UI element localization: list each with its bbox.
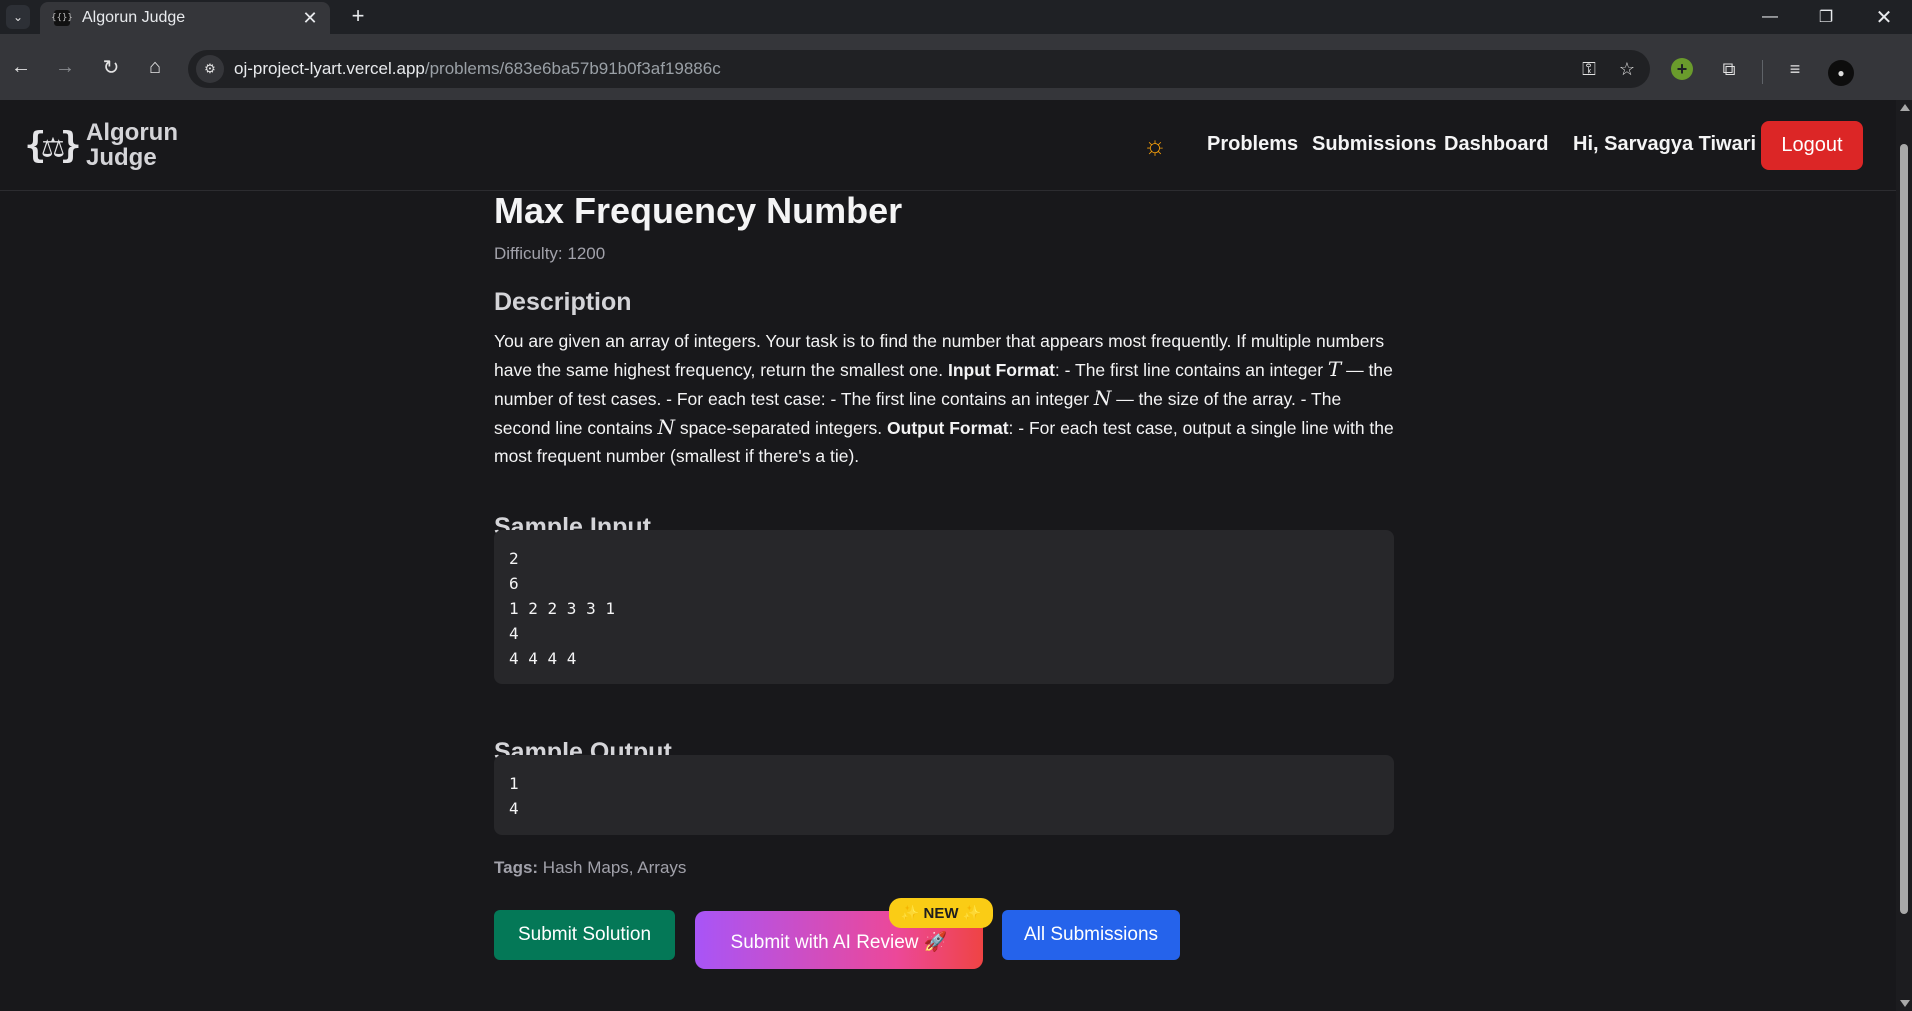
- bookmark-star-icon[interactable]: ☆: [1612, 54, 1642, 84]
- scroll-down-arrow-icon[interactable]: [1900, 1000, 1910, 1007]
- tags-value: Hash Maps, Arrays: [538, 858, 687, 877]
- home-icon[interactable]: ⌂: [140, 52, 170, 82]
- url-path: /problems/683e6ba57b91b0f3af19886c: [424, 59, 721, 78]
- new-tab-icon[interactable]: +: [346, 3, 370, 28]
- password-key-icon[interactable]: ⚿: [1574, 54, 1604, 84]
- problem-description: You are given an array of integers. Your…: [494, 327, 1394, 470]
- favicon-icon: {{}}: [51, 10, 73, 26]
- forward-icon[interactable]: →: [50, 52, 80, 82]
- site-info-icon[interactable]: ⚙: [196, 55, 224, 83]
- user-greeting: Hi, Sarvagya Tiwari: [1573, 133, 1757, 155]
- new-badge: ✨ NEW ✨: [889, 898, 993, 928]
- site-logo[interactable]: {⚖} Algorun Judge: [24, 120, 178, 170]
- description-heading: Description: [494, 288, 632, 316]
- math-var-n: N: [657, 415, 675, 439]
- desc-text-5: space-separated integers.: [674, 418, 888, 438]
- url-text[interactable]: oj-project-lyart.vercel.app/problems/683…: [234, 59, 1574, 79]
- output-format-label: Output Format: [887, 418, 1009, 438]
- gavel-logo-icon: {⚖}: [24, 124, 81, 166]
- browser-tab[interactable]: {{}} Algorun Judge ✕: [40, 2, 330, 34]
- logo-line-1: Algorun: [86, 119, 178, 146]
- page-viewport: {⚖} Algorun Judge ☼ Problems Submissions…: [0, 100, 1896, 1011]
- sample-output-code: 1 4: [509, 774, 519, 818]
- submit-solution-button[interactable]: Submit Solution: [494, 910, 675, 960]
- tab-title: Algorun Judge: [82, 9, 186, 26]
- browser-toolbar: ← → ↻ ⌂ ⚙ oj-project-lyart.vercel.app/pr…: [0, 34, 1912, 100]
- extension-green-icon[interactable]: +: [1671, 58, 1693, 80]
- address-bar[interactable]: ⚙ oj-project-lyart.vercel.app/problems/6…: [188, 50, 1650, 88]
- problem-title: Max Frequency Number: [494, 190, 903, 231]
- logout-button[interactable]: Logout: [1761, 121, 1863, 170]
- scroll-thumb[interactable]: [1900, 144, 1908, 914]
- desc-text-2: : - The first line contains an integer: [1054, 360, 1328, 380]
- sample-output-box: 1 4: [494, 755, 1394, 835]
- nav-problems[interactable]: Problems: [1207, 133, 1298, 156]
- window-close-icon[interactable]: ✕: [1856, 0, 1912, 34]
- logo-text: Algorun Judge: [86, 120, 178, 170]
- restore-icon[interactable]: ❐: [1798, 0, 1854, 34]
- sun-icon[interactable]: ☼: [1140, 130, 1170, 160]
- reload-icon[interactable]: ↻: [96, 52, 126, 82]
- site-navbar: {⚖} Algorun Judge ☼ Problems Submissions…: [0, 100, 1896, 191]
- browser-tab-bar: ⌄ {{}} Algorun Judge ✕ + — ❐ ✕: [0, 0, 1912, 34]
- math-var-t: T: [1327, 357, 1342, 381]
- sample-input-code: 2 6 1 2 2 3 3 1 4 4 4 4 4: [509, 549, 615, 668]
- close-tab-icon[interactable]: ✕: [300, 8, 320, 28]
- math-var-n: N: [1093, 386, 1112, 410]
- problem-difficulty: Difficulty: 1200: [494, 244, 606, 263]
- url-host: oj-project-lyart.vercel.app: [234, 59, 425, 78]
- nav-submissions[interactable]: Submissions: [1312, 133, 1436, 156]
- minimize-icon[interactable]: —: [1742, 0, 1798, 34]
- sample-input-box: 2 6 1 2 2 3 3 1 4 4 4 4 4: [494, 530, 1394, 684]
- logo-line-2: Judge: [86, 144, 157, 171]
- all-submissions-button[interactable]: All Submissions: [1002, 910, 1180, 960]
- page-scrollbar[interactable]: [1896, 100, 1912, 1011]
- tags-label: Tags:: [494, 858, 539, 877]
- toolbar-divider: [1762, 60, 1763, 84]
- media-control-icon[interactable]: ≡: [1782, 56, 1808, 82]
- problem-tags: Tags: Hash Maps, Arrays: [494, 858, 686, 878]
- back-icon[interactable]: ←: [6, 52, 36, 82]
- scroll-up-arrow-icon[interactable]: [1900, 104, 1910, 111]
- extensions-puzzle-icon[interactable]: ⧉: [1716, 56, 1742, 82]
- tab-search-icon[interactable]: ⌄: [6, 5, 30, 29]
- profile-avatar[interactable]: ●: [1828, 60, 1854, 86]
- nav-dashboard[interactable]: Dashboard: [1444, 133, 1548, 156]
- input-format-label: Input Format: [947, 360, 1055, 380]
